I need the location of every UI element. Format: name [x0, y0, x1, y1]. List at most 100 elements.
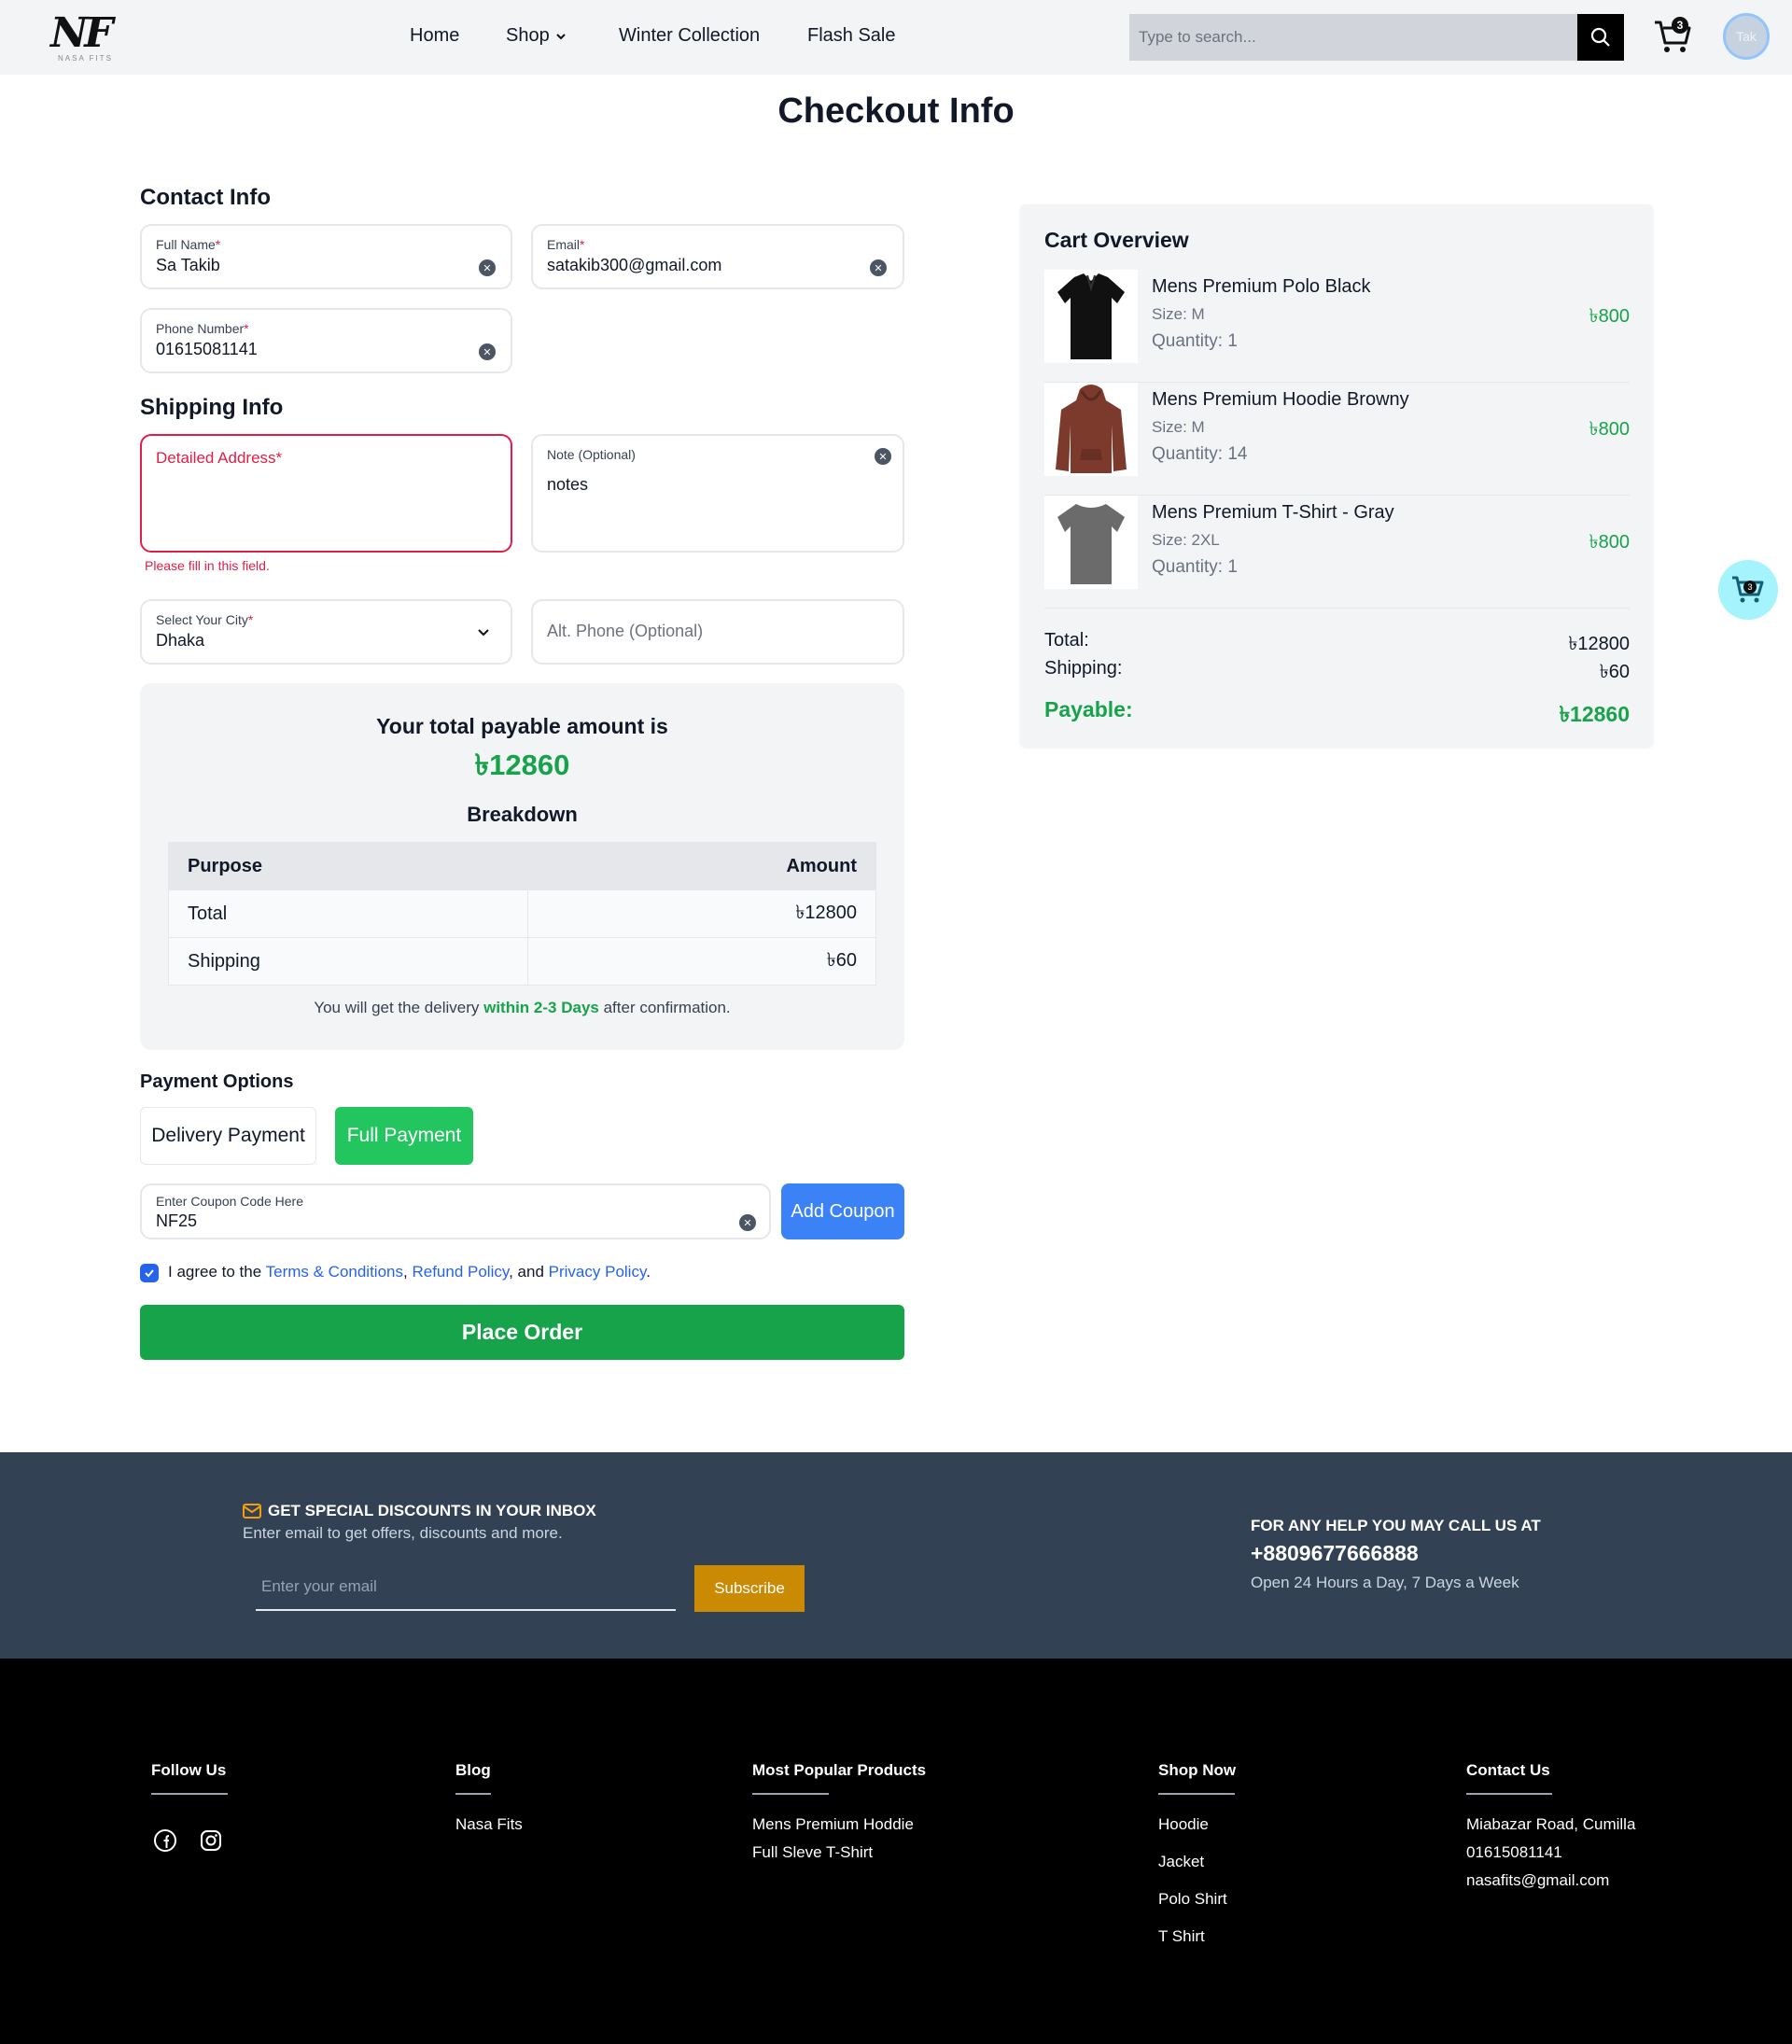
nav-winter-collection[interactable]: Winter Collection: [619, 25, 760, 47]
item-price: ৳800: [1589, 419, 1630, 440]
cart-payable-label: Payable:: [1044, 697, 1133, 721]
note-label: Note (Optional): [547, 447, 636, 462]
search-icon: [1590, 27, 1610, 47]
note-field[interactable]: Note (Optional) notes ✕: [531, 434, 904, 553]
detailed-address-field[interactable]: Detailed Address*: [140, 434, 512, 553]
purpose-header: Purpose: [168, 842, 528, 890]
delivery-time-highlight: within 2-3 Days: [483, 999, 599, 1016]
chevron-down-icon: [556, 34, 566, 40]
t-shirt-icon: [1057, 504, 1125, 584]
contact-address: Miabazar Road, Cumilla: [1466, 1815, 1636, 1833]
email-value: satakib300@gmail.com: [547, 256, 722, 274]
clear-icon[interactable]: ✕: [479, 259, 496, 276]
full-name-field[interactable]: Full Name* Sa Takib ✕: [140, 224, 512, 289]
nav-shop-label: Shop: [506, 25, 550, 46]
instagram-icon[interactable]: [198, 1827, 224, 1854]
clear-icon[interactable]: ✕: [479, 343, 496, 360]
privacy-policy-link[interactable]: Privacy Policy: [549, 1263, 647, 1281]
cart-count-badge: 3: [1672, 17, 1688, 34]
hoodie-icon: [1056, 385, 1127, 473]
footer-follow-us: Follow Us: [151, 1761, 228, 1795]
product-image: [1044, 496, 1138, 589]
city-label: Select Your City*: [156, 612, 254, 627]
table-header-row: Purpose Amount: [168, 842, 876, 890]
product-image: [1044, 383, 1138, 476]
user-avatar[interactable]: Tak: [1723, 13, 1770, 60]
refund-policy-link[interactable]: Refund Policy: [412, 1263, 509, 1281]
full-payment-button[interactable]: Full Payment: [335, 1107, 473, 1165]
item-size: Size: M: [1152, 418, 1205, 436]
search-input[interactable]: [1129, 14, 1577, 61]
nav-flash-sale[interactable]: Flash Sale: [807, 25, 896, 47]
contact-info-title: Contact Info: [140, 185, 271, 210]
header-cart-button[interactable]: 3: [1652, 15, 1697, 60]
mail-icon: [243, 1504, 261, 1519]
phone-value: 01615081141: [156, 340, 258, 358]
logo-subtext: NASA FITS: [58, 54, 113, 63]
cart-total-label: Total:: [1044, 630, 1089, 651]
place-order-button[interactable]: Place Order: [140, 1305, 904, 1360]
subscribe-button[interactable]: Subscribe: [694, 1565, 805, 1612]
clear-icon[interactable]: ✕: [875, 448, 891, 465]
newsletter-email-input[interactable]: [256, 1564, 676, 1611]
item-name: Mens Premium T-Shirt - Gray: [1152, 502, 1394, 523]
cart-item: Mens Premium Hoodie Browny Size: M Quant…: [1044, 383, 1630, 496]
brand-logo[interactable]: NF NASA FITS: [47, 7, 125, 65]
nav-shop[interactable]: Shop: [506, 25, 567, 47]
search-button[interactable]: [1577, 14, 1624, 61]
chevron-down-icon: [478, 629, 489, 637]
search-box: [1129, 14, 1577, 61]
footer-divider: [1466, 1793, 1552, 1795]
footer-link[interactable]: T Shirt: [1158, 1927, 1236, 1946]
payment-summary-box: Your total payable amount is ৳12860 Brea…: [140, 683, 904, 1050]
page-title: Checkout Info: [777, 91, 1015, 131]
footer-divider: [455, 1793, 491, 1795]
breakdown-table: Purpose Amount Total ৳12800 Shipping ৳60: [168, 842, 876, 986]
footer-blog: Blog Nasa Fits: [455, 1761, 523, 1834]
item-quantity: Quantity: 14: [1152, 444, 1248, 464]
nav-home[interactable]: Home: [410, 25, 459, 47]
help-phone: +8809677666888: [1251, 1541, 1419, 1565]
coupon-field[interactable]: Enter Coupon Code Here NF25 ✕: [140, 1183, 771, 1239]
footer-link[interactable]: Nasa Fits: [455, 1815, 523, 1834]
polo-shirt-icon: [1057, 273, 1125, 359]
summary-heading: Your total payable amount is: [376, 714, 668, 738]
delivery-payment-button[interactable]: Delivery Payment: [140, 1107, 316, 1165]
address-error-text: Please fill in this field.: [145, 558, 270, 573]
footer-heading: Follow Us: [151, 1761, 227, 1779]
footer-heading: Blog: [455, 1761, 491, 1779]
footer-link[interactable]: Polo Shirt: [1158, 1890, 1236, 1909]
row-amount: ৳12800: [527, 889, 876, 938]
cart-shipping-label: Shipping:: [1044, 658, 1123, 679]
alt-phone-field[interactable]: Alt. Phone (Optional): [531, 599, 904, 665]
footer-link[interactable]: Mens Premium Hoddie: [752, 1815, 926, 1834]
newsletter-band: GET SPECIAL DISCOUNTS IN YOUR INBOX Ente…: [0, 1452, 1792, 1659]
newsletter-subtitle: Enter email to get offers, discounts and…: [243, 1524, 563, 1542]
product-image: [1044, 270, 1138, 363]
footer-divider: [151, 1793, 228, 1795]
clear-icon[interactable]: ✕: [739, 1214, 756, 1231]
item-name: Mens Premium Hoodie Browny: [1152, 389, 1409, 410]
clear-icon[interactable]: ✕: [870, 259, 887, 276]
cart-item: Mens Premium T-Shirt - Gray Size: 2XL Qu…: [1044, 496, 1630, 609]
alt-phone-placeholder: Alt. Phone (Optional): [547, 622, 704, 640]
facebook-icon[interactable]: [152, 1827, 178, 1854]
email-field[interactable]: Email* satakib300@gmail.com ✕: [531, 224, 904, 289]
item-price: ৳800: [1589, 306, 1630, 327]
footer-link[interactable]: Full Sleve T-Shirt: [752, 1843, 926, 1862]
help-title: FOR ANY HELP YOU MAY CALL US AT: [1251, 1517, 1541, 1534]
phone-field[interactable]: Phone Number* 01615081141 ✕: [140, 308, 512, 373]
terms-link[interactable]: Terms & Conditions: [266, 1263, 403, 1281]
address-label: Detailed Address*: [156, 449, 283, 467]
footer-link[interactable]: Hoodie: [1158, 1815, 1236, 1834]
footer-heading: Most Popular Products: [752, 1761, 927, 1779]
footer-heading: Contact Us: [1466, 1761, 1550, 1779]
agree-checkbox[interactable]: [140, 1264, 159, 1282]
city-select[interactable]: Select Your City* Dhaka: [140, 599, 512, 665]
add-coupon-button[interactable]: Add Coupon: [781, 1183, 904, 1239]
phone-label: Phone Number*: [156, 321, 249, 336]
floating-cart-button[interactable]: 3: [1718, 560, 1778, 620]
footer-link[interactable]: Jacket: [1158, 1853, 1236, 1871]
item-size: Size: 2XL: [1152, 531, 1220, 549]
footer-shop-now: Shop Now Hoodie Jacket Polo Shirt T Shir…: [1158, 1761, 1236, 1946]
